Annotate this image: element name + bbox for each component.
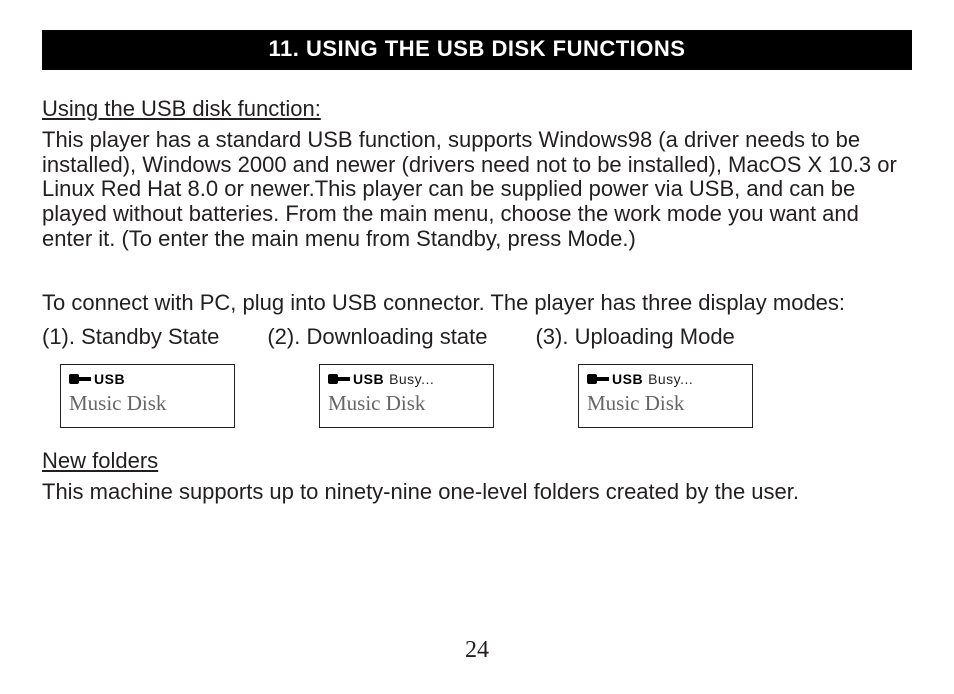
usb-icon [69, 373, 91, 385]
display-downloading: USB Busy... Music Disk [319, 364, 494, 428]
section-title-bar: 11. USING THE USB DISK FUNCTIONS [42, 30, 912, 70]
display-uploading-usb: USB [612, 371, 643, 387]
folders-heading: New folders [42, 448, 912, 474]
display-standby: USB Music Disk [60, 364, 235, 428]
usb-heading: Using the USB disk function: [42, 96, 912, 122]
display-downloading-top: USB Busy... [328, 371, 485, 387]
folders-body: This machine supports up to ninety-nine … [42, 480, 912, 505]
display-uploading-busy: Busy... [648, 371, 693, 387]
display-downloading-usb: USB [353, 371, 384, 387]
display-downloading-bottom: Music Disk [328, 391, 485, 416]
display-standby-bottom: Music Disk [69, 391, 226, 416]
mode-1: (1). Standby State [42, 324, 219, 350]
usb-body: This player has a standard USB function,… [42, 128, 912, 251]
display-uploading: USB Busy... Music Disk [578, 364, 753, 428]
display-standby-top: USB [69, 371, 226, 387]
usb-icon [328, 373, 350, 385]
display-uploading-bottom: Music Disk [587, 391, 744, 416]
display-row: USB Music Disk USB Busy... Music Disk US… [60, 364, 912, 428]
display-downloading-busy: Busy... [389, 371, 434, 387]
display-uploading-top: USB Busy... [587, 371, 744, 387]
modes-row: (1). Standby State (2). Downloading stat… [42, 324, 912, 350]
mode-3: (3). Uploading Mode [535, 324, 734, 350]
display-standby-usb: USB [94, 371, 125, 387]
page-number: 24 [0, 637, 954, 664]
section-title: 11. USING THE USB DISK FUNCTIONS [269, 36, 686, 61]
usb-connect: To connect with PC, plug into USB connec… [42, 291, 912, 316]
manual-page: 11. USING THE USB DISK FUNCTIONS Using t… [0, 0, 954, 694]
mode-2: (2). Downloading state [267, 324, 487, 350]
usb-icon [587, 373, 609, 385]
